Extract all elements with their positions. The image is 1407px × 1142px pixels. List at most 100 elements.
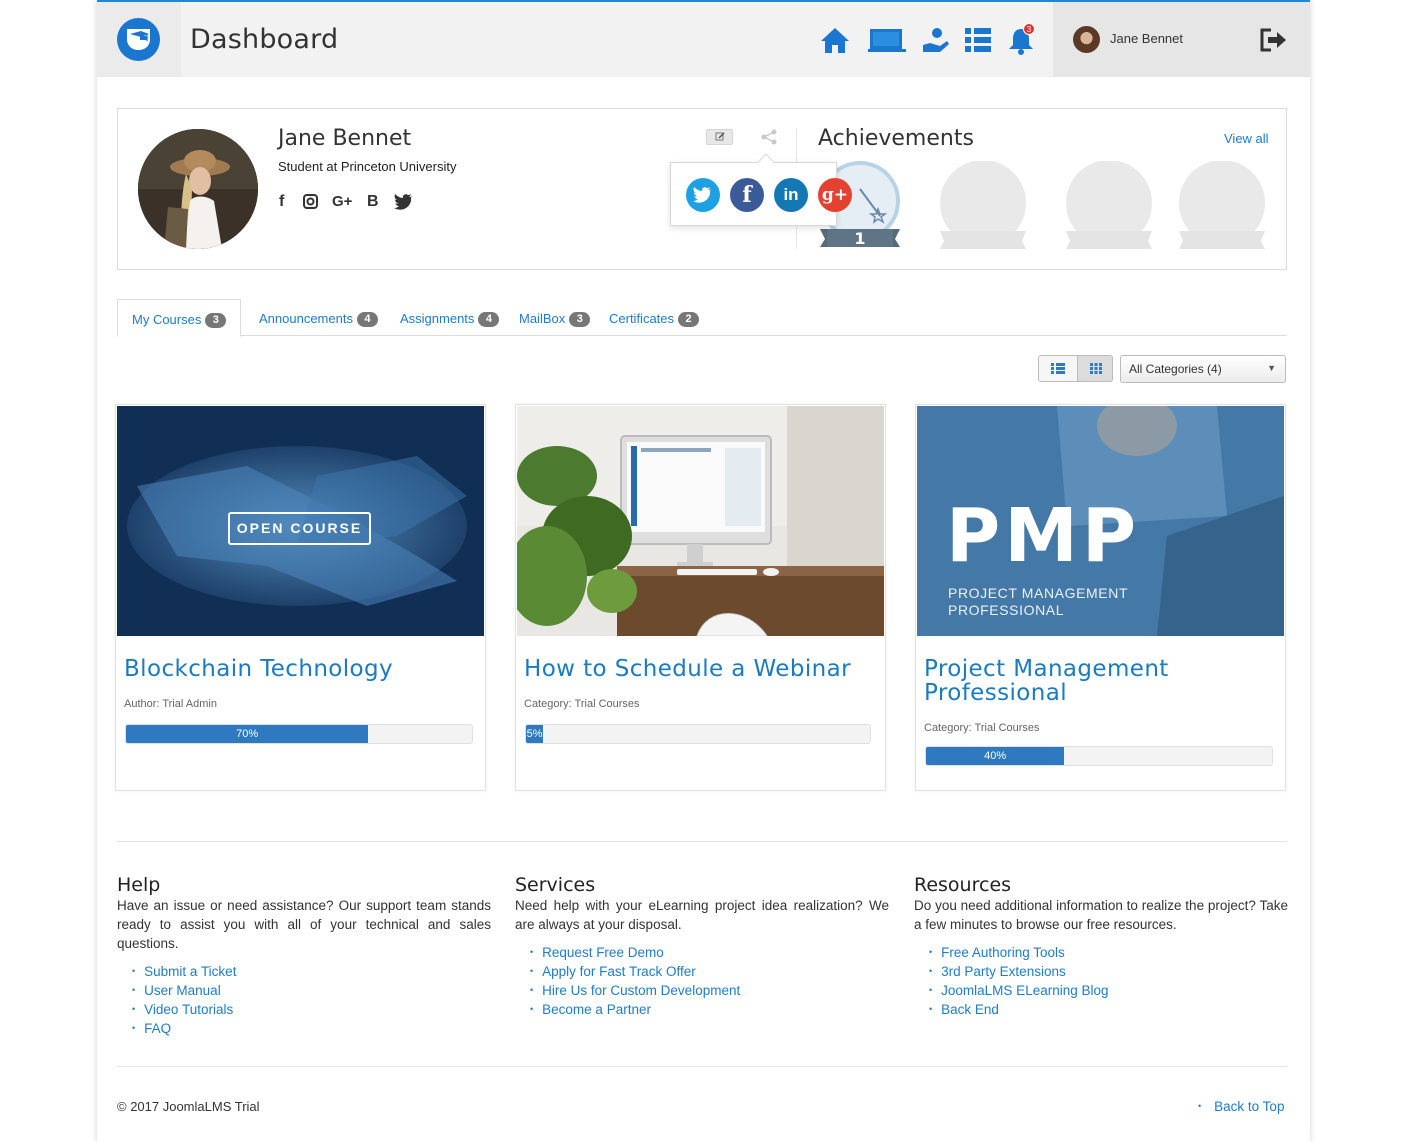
- progress-bar: 5%: [525, 724, 871, 744]
- footer-links: Free Authoring Tools 3rd Party Extension…: [914, 943, 1288, 1019]
- profile-card: Jane Bennet Student at Princeton Univers…: [117, 108, 1287, 270]
- courses-icon[interactable]: [867, 25, 907, 55]
- footer-heading: Services: [515, 874, 596, 896]
- tab-label: My Courses: [132, 312, 202, 327]
- course-card[interactable]: How to Schedule a Webinar Category: Tria…: [515, 404, 886, 791]
- open-course-button[interactable]: OPEN COURSE: [228, 512, 371, 545]
- tab-count: 3: [205, 313, 227, 328]
- footer-link[interactable]: Back End: [929, 1000, 1288, 1019]
- profile-photo: [138, 129, 258, 249]
- tab-assignments[interactable]: Assignments 4: [400, 299, 500, 336]
- avatar: [1073, 26, 1100, 53]
- course-title[interactable]: Blockchain Technology: [124, 657, 479, 681]
- progress-fill: 70%: [126, 725, 369, 743]
- facebook-share-button[interactable]: f: [730, 178, 764, 212]
- back-to-top-link[interactable]: Back to Top: [1198, 1099, 1284, 1114]
- notification-badge: 3: [1023, 23, 1035, 35]
- edit-profile-button[interactable]: [706, 129, 733, 145]
- caret-down-icon: ▼: [1267, 363, 1276, 373]
- course-card[interactable]: PMP PROJECT MANAGEMENT PROFESSIONAL Proj…: [915, 404, 1286, 791]
- linkedin-share-button[interactable]: in: [774, 178, 808, 212]
- grid-view-button[interactable]: [1077, 356, 1112, 381]
- footer-heading: Resources: [914, 874, 1012, 896]
- hand-icon[interactable]: [920, 25, 952, 55]
- footer-link[interactable]: Free Authoring Tools: [929, 943, 1288, 962]
- footer-links: Submit a Ticket User Manual Video Tutori…: [117, 962, 491, 1038]
- share-icon[interactable]: [760, 128, 778, 151]
- logo-area[interactable]: [97, 2, 181, 77]
- course-title[interactable]: Project Management Professional: [924, 657, 1279, 705]
- profile-subtitle: Student at Princeton University: [278, 159, 457, 174]
- tab-count: 4: [478, 312, 500, 327]
- footer-link[interactable]: JoomlaLMS ELearning Blog: [929, 981, 1288, 1000]
- footer-text: Need help with your eLearning project id…: [515, 898, 889, 932]
- footer-links: Request Free Demo Apply for Fast Track O…: [515, 943, 889, 1019]
- view-toggle: [1038, 355, 1113, 382]
- achievement-placeholder: [1177, 160, 1267, 251]
- footer-link[interactable]: 3rd Party Extensions: [929, 962, 1288, 981]
- home-icon[interactable]: [819, 25, 851, 55]
- footer-help: Help Have an issue or need assistance? O…: [117, 874, 491, 1038]
- tab-announcements[interactable]: Announcements 4: [259, 299, 378, 336]
- logo-icon[interactable]: [117, 18, 160, 61]
- tab-mailbox[interactable]: MailBox 3: [519, 299, 591, 336]
- progress-bar: 70%: [125, 724, 473, 744]
- footer-services: Services Need help with your eLearning p…: [515, 874, 889, 1019]
- course-image: PMP PROJECT MANAGEMENT PROFESSIONAL: [917, 406, 1284, 636]
- course-title[interactable]: How to Schedule a Webinar: [524, 657, 879, 681]
- footer-link[interactable]: Become a Partner: [530, 1000, 889, 1019]
- bell-icon[interactable]: 3: [1006, 23, 1038, 55]
- footer-heading: Help: [117, 874, 161, 896]
- image-heading: PMP: [946, 493, 1141, 579]
- medal-number: 1: [854, 229, 865, 248]
- copyright: © 2017 JoomlaLMS Trial: [117, 1099, 260, 1114]
- footer-link[interactable]: FAQ: [132, 1019, 491, 1038]
- image-subtitle-2: PROFESSIONAL: [948, 602, 1065, 618]
- google-plus-share-button[interactable]: g+: [818, 178, 852, 212]
- user-name: Jane Bennet: [1110, 31, 1184, 46]
- divider: [117, 1066, 1287, 1067]
- footer-link[interactable]: Video Tutorials: [132, 1000, 491, 1019]
- course-card[interactable]: OPEN COURSE Blockchain Technology Author…: [115, 404, 486, 791]
- tab-count: 2: [678, 312, 700, 327]
- tab-label: MailBox: [519, 311, 566, 326]
- logout-icon[interactable]: [1258, 27, 1288, 58]
- footer-link[interactable]: User Manual: [132, 981, 491, 1000]
- tab-my-courses[interactable]: My Courses 3: [117, 299, 242, 337]
- course-image: OPEN COURSE: [117, 406, 484, 636]
- twitter-icon[interactable]: [394, 194, 413, 215]
- course-meta: Author: Trial Admin: [124, 698, 217, 710]
- category-select[interactable]: All Categories (4) ▼: [1120, 355, 1286, 383]
- top-bar: Dashboard 3 Jane Bennet: [97, 0, 1310, 77]
- course-meta: Category: Trial Courses: [924, 722, 1040, 734]
- b-icon[interactable]: B: [367, 193, 379, 211]
- footer-link[interactable]: Submit a Ticket: [132, 962, 491, 981]
- footer-link[interactable]: Request Free Demo: [530, 943, 889, 962]
- course-meta: Category: Trial Courses: [524, 698, 640, 710]
- instagram-icon[interactable]: [303, 194, 318, 214]
- progress-fill: 40%: [926, 747, 1065, 765]
- footer-text: Have an issue or need assistance? Our su…: [117, 898, 491, 951]
- user-menu[interactable]: Jane Bennet: [1053, 2, 1310, 77]
- share-popover: f in g+: [670, 153, 852, 226]
- footer-link[interactable]: Hire Us for Custom Development: [530, 981, 889, 1000]
- list-icon[interactable]: [963, 25, 995, 55]
- tab-count: 4: [356, 312, 378, 327]
- progress-bar: 40%: [925, 746, 1273, 766]
- category-select-value: All Categories (4): [1129, 362, 1222, 376]
- footer-text: Do you need additional information to re…: [914, 898, 1288, 932]
- progress-fill: 5%: [526, 725, 544, 743]
- tab-label: Assignments: [400, 311, 475, 326]
- image-subtitle-1: PROJECT MANAGEMENT: [948, 585, 1129, 601]
- achievements-title: Achievements: [818, 126, 974, 151]
- divider: [117, 841, 1287, 842]
- google-plus-icon[interactable]: G+: [332, 193, 352, 210]
- tab-certificates[interactable]: Certificates 2: [609, 299, 700, 336]
- view-all-link[interactable]: View all: [1224, 131, 1269, 146]
- footer-resources: Resources Do you need additional informa…: [914, 874, 1288, 1019]
- facebook-icon[interactable]: f: [279, 193, 284, 211]
- twitter-share-button[interactable]: [686, 178, 720, 212]
- footer-link[interactable]: Apply for Fast Track Offer: [530, 962, 889, 981]
- achievement-placeholder: [938, 160, 1028, 251]
- list-view-button[interactable]: [1039, 356, 1076, 381]
